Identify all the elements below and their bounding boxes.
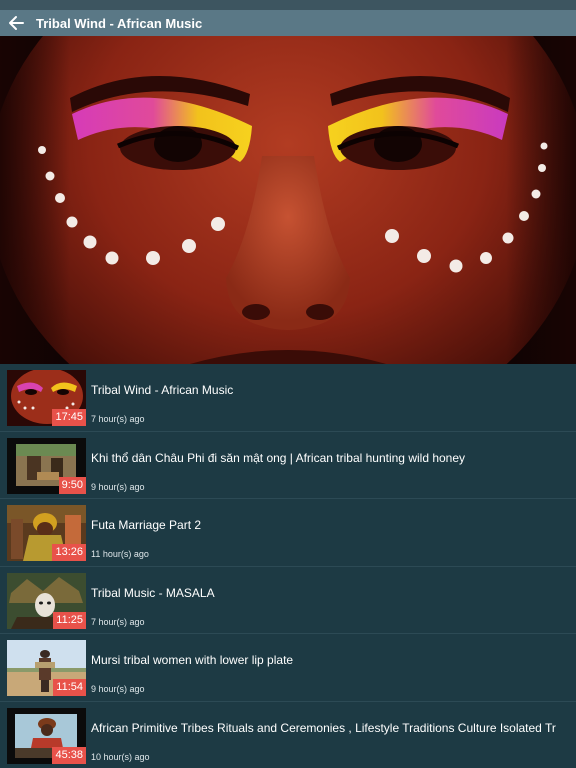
video-thumbnail: 11:54 xyxy=(7,640,86,696)
video-upload-age: 7 hour(s) ago xyxy=(91,616,145,627)
top-bar: Tribal Wind - African Music xyxy=(0,10,576,36)
duration-badge: 13:26 xyxy=(52,544,86,561)
video-title: Tribal Wind - African Music xyxy=(91,383,234,397)
video-thumbnail: 13:26 xyxy=(7,505,86,561)
video-title: Tribal Music - MASALA xyxy=(91,585,215,600)
duration-badge: 9:50 xyxy=(58,476,86,494)
video-player[interactable] xyxy=(0,36,576,364)
video-list-item[interactable]: 13:26 Futa Marriage Part 2 11 hour(s) ag… xyxy=(0,499,576,567)
duration-badge: 45:38 xyxy=(52,746,86,764)
duration-badge: 11:25 xyxy=(53,611,86,629)
video-list-item[interactable]: 9:50 Khi thổ dân Châu Phi đi săn mật ong… xyxy=(0,432,576,499)
video-title: Khi thổ dân Châu Phi đi săn mật ong | Af… xyxy=(91,450,466,465)
video-thumbnail: 9:50 xyxy=(7,437,86,494)
video-upload-age: 7 hour(s) ago xyxy=(91,414,145,424)
video-title: African Primitive Tribes Rituals and Cer… xyxy=(91,720,556,735)
duration-badge: 17:45 xyxy=(52,409,86,426)
video-upload-age: 11 hour(s) ago xyxy=(91,549,149,559)
video-list-item[interactable]: 45:38 African Primitive Tribes Rituals a… xyxy=(0,702,576,768)
duration-badge: 11:54 xyxy=(53,679,86,696)
page-title: Tribal Wind - African Music xyxy=(36,15,203,31)
video-upload-age: 9 hour(s) ago xyxy=(91,684,145,694)
video-list-item[interactable]: 11:54 Mursi tribal women with lower lip … xyxy=(0,634,576,702)
video-list-item[interactable]: 11:25 Tribal Music - MASALA 7 hour(s) ag… xyxy=(0,567,576,634)
app-window: Tribal Wind - African Music 17:45 Tribal… xyxy=(0,0,576,768)
status-bar xyxy=(0,0,576,10)
video-title: Mursi tribal women with lower lip plate xyxy=(91,653,294,667)
video-title: Futa Marriage Part 2 xyxy=(91,518,202,532)
arrow-left-icon xyxy=(9,16,24,30)
video-thumbnail: 45:38 xyxy=(7,707,86,764)
video-upload-age: 10 hour(s) ago xyxy=(91,751,150,762)
video-frame-image xyxy=(0,36,576,364)
video-thumbnail: 11:25 xyxy=(7,572,86,629)
video-list-item[interactable]: 17:45 Tribal Wind - African Music 7 hour… xyxy=(0,364,576,432)
video-upload-age: 9 hour(s) ago xyxy=(91,481,145,492)
back-button[interactable] xyxy=(0,10,32,36)
video-thumbnail: 17:45 xyxy=(7,370,86,426)
video-list: 17:45 Tribal Wind - African Music 7 hour… xyxy=(0,364,576,768)
